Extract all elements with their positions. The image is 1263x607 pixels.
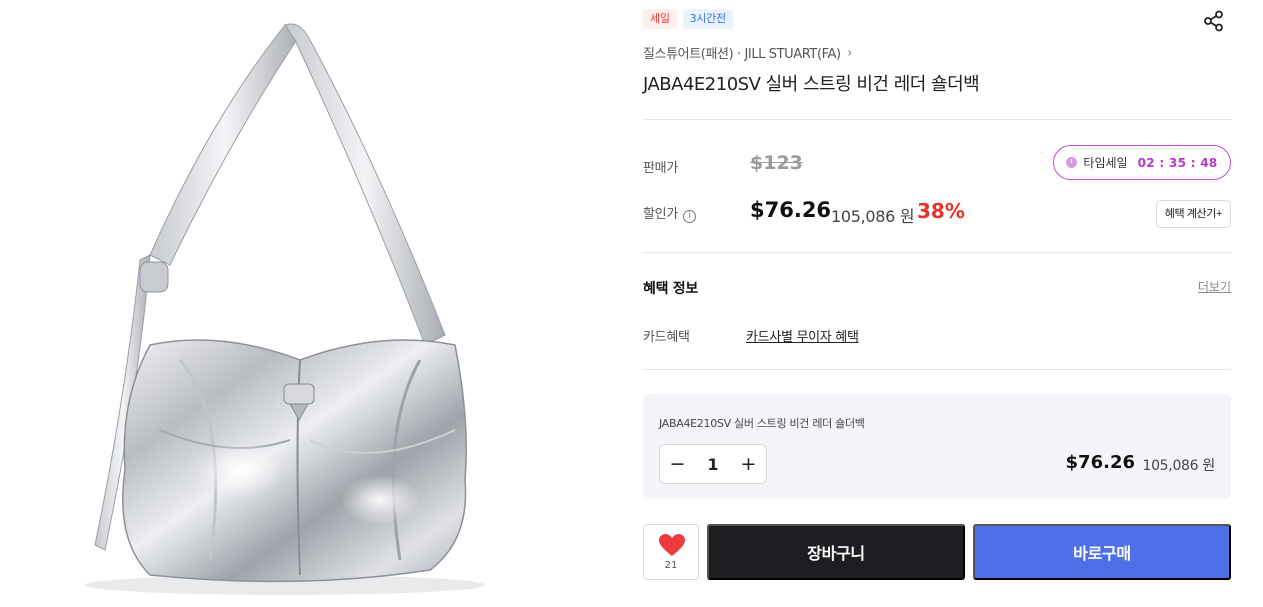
- discount-price-label-group: 할인가 i: [643, 203, 696, 223]
- buy-now-button[interactable]: 바로구매: [973, 524, 1231, 580]
- product-title: JABA4E210SV 실버 스트링 비건 레더 숄더백: [643, 74, 980, 95]
- brand-name: 질스튜어트(패션) · JILL STUART(FA): [643, 47, 841, 62]
- quantity-input[interactable]: [695, 445, 731, 483]
- benefits-title: 혜택 정보: [643, 281, 698, 297]
- badge-group: 세일 3시간전: [643, 9, 733, 29]
- timesale-timer: 02 : 35 : 48: [1137, 155, 1218, 170]
- discount-rate: 38%: [917, 199, 965, 223]
- divider: [643, 252, 1231, 253]
- sale-price-label: 판매가: [643, 161, 678, 176]
- brand-link[interactable]: 질스튜어트(패션) · JILL STUART(FA) ›: [643, 43, 852, 63]
- minus-icon[interactable]: −: [660, 445, 695, 483]
- option-price: $76.26: [1065, 452, 1135, 473]
- more-link[interactable]: 더보기: [1198, 278, 1231, 295]
- silver-shoulder-bag-image: [85, 23, 485, 595]
- card-benefit-label: 카드혜택: [643, 330, 690, 345]
- product-info-panel: 세일 3시간전 질스튜어트(패션) · JILL STUART(FA) › JA…: [643, 0, 1231, 607]
- plus-icon[interactable]: +: [731, 445, 766, 483]
- benefit-calculator-button[interactable]: 혜택 계산기+: [1155, 200, 1231, 228]
- quantity-stepper: − +: [659, 444, 767, 484]
- share-button[interactable]: [1201, 8, 1227, 34]
- option-krw-price: 105,086 원: [1142, 458, 1215, 474]
- timesale-button[interactable]: 타임세일 02 : 35 : 48: [1053, 145, 1231, 180]
- divider: [643, 119, 1231, 120]
- time-badge: 3시간전: [682, 9, 733, 29]
- like-count: 21: [664, 560, 678, 571]
- like-button[interactable]: 21: [643, 524, 699, 580]
- krw-price: 105,086 원: [831, 207, 915, 226]
- add-to-cart-button[interactable]: 장바구니: [707, 524, 965, 580]
- clock-icon: [1066, 157, 1078, 168]
- timesale-label: 타임세일: [1083, 156, 1128, 170]
- product-image[interactable]: [0, 0, 585, 607]
- card-interest-free-link[interactable]: 카드사별 무이자 혜택: [746, 326, 859, 345]
- sale-badge: 세일: [643, 9, 677, 29]
- discount-price-label: 할인가: [643, 207, 678, 222]
- share-icon: [1204, 10, 1223, 32]
- selected-option-box: JABA4E210SV 실버 스트링 비건 레더 숄더백 − + $76.26 …: [643, 394, 1231, 499]
- option-name: JABA4E210SV 실버 스트링 비건 레더 숄더백: [659, 417, 865, 430]
- heart-icon: [659, 534, 685, 556]
- original-price: $123: [750, 152, 803, 174]
- chevron-right-icon: ›: [847, 44, 852, 61]
- divider: [643, 369, 1231, 370]
- info-icon[interactable]: i: [682, 210, 696, 223]
- discounted-price: $76.26: [750, 198, 832, 222]
